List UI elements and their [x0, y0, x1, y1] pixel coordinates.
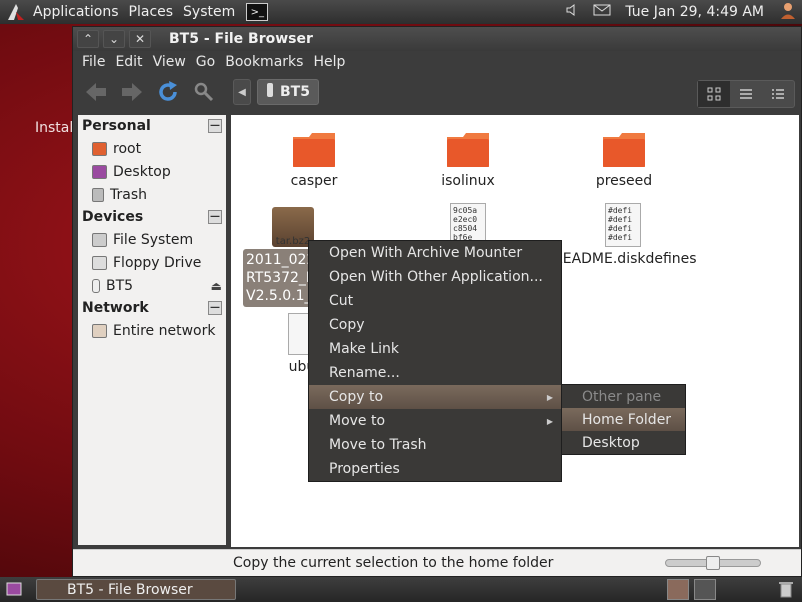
statusbar: Copy the current selection to the home f… — [73, 549, 801, 576]
zoom-slider-handle[interactable] — [706, 556, 720, 570]
menu-item-move-to-trash[interactable]: Move to Trash — [309, 433, 561, 457]
close-icon[interactable]: ✕ — [129, 30, 151, 48]
folder-icon — [291, 131, 337, 169]
system-menu[interactable]: System — [178, 4, 240, 20]
volume-icon[interactable] — [565, 3, 579, 21]
trash-applet-icon[interactable] — [778, 580, 794, 602]
menu-item-rename[interactable]: Rename... — [309, 361, 561, 385]
bottom-panel: BT5 - File Browser — [0, 577, 802, 602]
submenu-arrow-icon: ▶ — [546, 392, 553, 402]
applications-menu[interactable]: Applications — [28, 4, 124, 20]
compact-view-icon[interactable] — [762, 81, 794, 107]
sidebar-item-file-system[interactable]: File System — [78, 228, 226, 251]
back-icon[interactable] — [81, 77, 111, 107]
icon-view-icon[interactable] — [698, 81, 730, 107]
submenu-item-desktop[interactable]: Desktop — [562, 431, 685, 454]
copy-to-submenu: Other pane Home Folder Desktop — [561, 384, 686, 455]
terminal-launcher-icon[interactable]: >_ — [246, 3, 269, 21]
menu-item-open-archive-mounter[interactable]: Open With Archive Mounter — [309, 241, 561, 265]
submenu-item-other-pane: Other pane — [582, 388, 662, 405]
menu-bookmarks[interactable]: Bookmarks — [220, 54, 308, 70]
minimize-icon[interactable]: ⌃ — [77, 30, 99, 48]
zoom-slider[interactable] — [665, 556, 761, 570]
places-menu[interactable]: Places — [124, 4, 179, 20]
menu-edit[interactable]: Edit — [110, 54, 147, 70]
reload-icon[interactable] — [153, 77, 183, 107]
workspace-2[interactable] — [694, 579, 716, 600]
sidebar-item-desktop[interactable]: Desktop — [78, 160, 226, 183]
list-view-icon[interactable] — [730, 81, 762, 107]
collapse-icon[interactable]: — — [208, 210, 222, 224]
file-readme-diskdefines[interactable]: #defi #defi #defi #defi README.diskdefin… — [553, 203, 697, 267]
menu-go[interactable]: Go — [191, 54, 220, 70]
menu-item-copy[interactable]: Copy — [309, 313, 561, 337]
mail-icon[interactable] — [593, 4, 611, 20]
desktop-icon-label[interactable]: Instal — [35, 120, 73, 136]
drive-icon — [266, 82, 274, 102]
usb-drive-icon — [92, 278, 100, 293]
sidebar-heading-personal: Personal — — [82, 118, 222, 134]
folder-casper[interactable]: casper — [259, 131, 369, 189]
folder-icon — [601, 131, 647, 169]
menu-file[interactable]: File — [77, 54, 110, 70]
clock[interactable]: Tue Jan 29, 4:49 AM — [625, 4, 764, 20]
workspace-1[interactable] — [667, 579, 689, 600]
toolbar: ◀ BT5 — [73, 73, 801, 111]
window-title: BT5 - File Browser — [169, 31, 313, 47]
submenu-arrow-icon: ▶ — [546, 416, 553, 426]
maximize-icon[interactable]: ⌄ — [103, 30, 125, 48]
breadcrumb-left-arrow-icon[interactable]: ◀ — [233, 79, 251, 105]
menu-view[interactable]: View — [148, 54, 191, 70]
home-folder-icon — [92, 141, 107, 156]
show-desktop-icon[interactable] — [6, 582, 22, 600]
search-icon[interactable] — [189, 77, 219, 107]
desktop-icon — [92, 164, 107, 179]
menu-item-open-other-application[interactable]: Open With Other Application... — [309, 265, 561, 289]
sidebar-item-bt5[interactable]: BT5 ⏏ — [78, 274, 226, 297]
status-text: Copy the current selection to the home f… — [233, 555, 554, 571]
collapse-icon[interactable]: — — [208, 301, 222, 315]
breadcrumb-label: BT5 — [280, 84, 310, 100]
taskbar-item-file-browser[interactable]: BT5 - File Browser — [36, 579, 236, 600]
submenu-item-home-folder[interactable]: Home Folder — [562, 408, 685, 431]
folder-preseed[interactable]: preseed — [569, 131, 679, 189]
view-switcher — [697, 80, 795, 108]
eject-icon[interactable]: ⏏ — [211, 279, 222, 293]
floppy-icon — [92, 255, 107, 270]
sidebar-item-root[interactable]: root — [78, 137, 226, 160]
menu-help[interactable]: Help — [308, 54, 350, 70]
menu-item-copy-to[interactable]: Copy to ▶ — [309, 385, 561, 409]
sidebar-item-entire-network[interactable]: Entire network — [78, 319, 226, 342]
breadcrumb-bt5[interactable]: BT5 — [257, 79, 319, 105]
collapse-icon[interactable]: — — [208, 119, 222, 133]
menubar: File Edit View Go Bookmarks Help — [73, 51, 801, 73]
folder-isolinux[interactable]: isolinux — [413, 131, 523, 189]
trash-icon — [92, 187, 104, 202]
text-file-icon: #defi #defi #defi #defi — [605, 203, 641, 247]
top-panel: Applications Places System >_ Tue Jan 29… — [0, 0, 802, 24]
folder-icon — [445, 131, 491, 169]
forward-icon[interactable] — [117, 77, 147, 107]
menu-item-move-to[interactable]: Move to ▶ — [309, 409, 561, 433]
sidebar-item-floppy-drive[interactable]: Floppy Drive — [78, 251, 226, 274]
sidebar-item-trash[interactable]: Trash — [78, 183, 226, 206]
harddisk-icon — [92, 232, 107, 247]
menu-item-make-link[interactable]: Make Link — [309, 337, 561, 361]
menu-item-cut[interactable]: Cut — [309, 289, 561, 313]
window-titlebar[interactable]: ⌃ ⌄ ✕ BT5 - File Browser — [73, 27, 801, 51]
backtrack-logo-icon[interactable] — [4, 0, 28, 24]
menu-item-properties[interactable]: Properties — [309, 457, 561, 481]
sidebar-heading-network: Network — — [82, 300, 222, 316]
context-menu: Open With Archive Mounter Open With Othe… — [308, 240, 562, 482]
user-icon[interactable] — [778, 0, 798, 24]
sidebar-heading-devices: Devices — — [82, 209, 222, 225]
network-icon — [92, 323, 107, 338]
sidebar: Personal — root Desktop Trash Devices — … — [78, 115, 226, 545]
